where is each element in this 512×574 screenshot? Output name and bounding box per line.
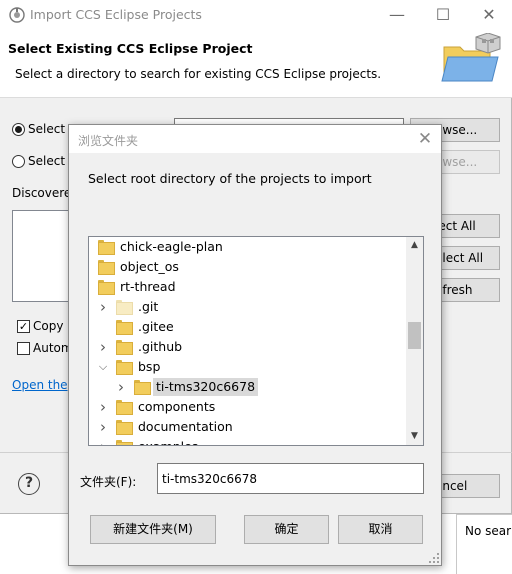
copy-projects-checkbox[interactable]: ✓: [17, 320, 30, 333]
dialog-cancel-button[interactable]: 取消: [338, 515, 423, 544]
tree-item-label: .gitee: [138, 319, 174, 334]
scroll-thumb[interactable]: [408, 322, 421, 349]
tree-row-components[interactable]: › components: [89, 397, 407, 417]
folder-field-label: 文件夹(F):: [80, 475, 137, 489]
tree-row-bsp[interactable]: ⌵ bsp: [89, 357, 407, 377]
dialog-instruction: Select root directory of the projects to…: [88, 171, 372, 186]
folder-icon: [116, 340, 133, 355]
no-search-text: No sear: [465, 524, 512, 538]
tree-row-rt-thread[interactable]: ⌵ rt-thread: [89, 277, 407, 297]
close-button[interactable]: ✕: [466, 0, 512, 30]
chevron-down-icon[interactable]: ⌵: [96, 359, 110, 375]
folder-icon: [116, 300, 133, 315]
tree-row-documentation[interactable]: › documentation: [89, 417, 407, 437]
folder-icon: [98, 240, 115, 255]
chevron-right-icon[interactable]: ›: [89, 259, 92, 275]
chevron-right-icon[interactable]: ›: [96, 419, 110, 435]
tree-item-label: chick-eagle-plan: [120, 239, 223, 254]
tree-row-gitee[interactable]: .gitee: [89, 317, 407, 337]
dialog-close-button[interactable]: ✕: [415, 129, 435, 149]
tree-item-label: examples: [135, 438, 201, 445]
tree-item-label: documentation: [138, 419, 233, 434]
wizard-page-title: Select Existing CCS Eclipse Project: [8, 41, 253, 56]
chevron-down-icon[interactable]: ⌵: [89, 279, 92, 295]
folder-icon: [116, 440, 133, 445]
dialog-titlebar: 浏览文件夹 ✕: [69, 125, 441, 153]
discovered-projects-label: Discovere: [12, 186, 72, 200]
import-folder-banner-icon: [441, 33, 501, 82]
scroll-down-arrow[interactable]: ▼: [406, 428, 423, 445]
chevron-right-icon[interactable]: ›: [96, 339, 110, 355]
tree-item-label: object_os: [120, 259, 179, 274]
folder-input[interactable]: [157, 463, 424, 494]
tree-row-git[interactable]: › .git: [89, 297, 407, 317]
resize-grip-icon[interactable]: [429, 553, 439, 563]
folder-tree[interactable]: › chick-eagle-plan › object_os ⌵ rt-thread › .g…: [88, 236, 424, 446]
select-archive-radio[interactable]: [12, 155, 25, 168]
tree-row-ti-tms320c6678[interactable]: › ti-tms320c6678: [89, 377, 407, 397]
wizard-header: Select Existing CCS Eclipse Project Sele…: [0, 30, 512, 98]
folder-icon: [116, 320, 133, 335]
folder-icon: [116, 400, 133, 415]
chevron-right-icon[interactable]: ›: [114, 379, 128, 395]
help-icon[interactable]: ?: [18, 473, 40, 495]
wizard-page-description: Select a directory to search for existin…: [15, 67, 382, 81]
auto-import-checkbox[interactable]: [17, 342, 30, 355]
chevron-right-icon[interactable]: ›: [89, 239, 92, 255]
auto-import-label: Autom: [33, 341, 73, 355]
tree-item-label: .git: [138, 299, 159, 314]
folder-icon: [98, 280, 115, 295]
tree-row-object-os[interactable]: › object_os: [89, 257, 407, 277]
chevron-right-icon[interactable]: ›: [96, 399, 110, 415]
chevron-right-icon[interactable]: ›: [96, 299, 110, 315]
tree-item-label: components: [138, 399, 216, 414]
tree-item-label: bsp: [138, 359, 161, 374]
eclipse-app-icon: [9, 7, 25, 23]
dialog-title: 浏览文件夹: [78, 134, 139, 148]
open-preferences-link[interactable]: Open the: [12, 378, 68, 392]
tree-item-label: .github: [138, 339, 183, 354]
search-results-panel: No sear: [456, 514, 512, 574]
discovered-projects-list[interactable]: [12, 210, 72, 302]
scroll-up-arrow[interactable]: ▲: [406, 237, 423, 254]
folder-icon: [98, 260, 115, 275]
chevron-right-icon[interactable]: ›: [96, 439, 110, 445]
tree-row-examples[interactable]: › examples: [89, 437, 407, 445]
new-folder-button[interactable]: 新建文件夹(M): [90, 515, 216, 544]
window-title: Import CCS Eclipse Projects: [30, 7, 202, 22]
folder-icon: [116, 420, 133, 435]
tree-row-chick-eagle-plan[interactable]: › chick-eagle-plan: [89, 237, 407, 257]
main-titlebar: Import CCS Eclipse Projects — ☐ ✕: [0, 0, 512, 30]
tree-item-label: ti-tms320c6678: [153, 378, 259, 396]
select-root-radio[interactable]: [12, 123, 25, 136]
screen: Import CCS Eclipse Projects — ☐ ✕ Select…: [0, 0, 512, 574]
tree-item-label: rt-thread: [120, 279, 176, 294]
ok-button[interactable]: 确定: [244, 515, 329, 544]
folder-icon: [134, 380, 151, 395]
folder-icon: [116, 360, 133, 375]
minimize-button[interactable]: —: [374, 0, 420, 30]
tree-scrollbar[interactable]: ▲ ▼: [406, 237, 423, 445]
browse-folder-dialog: 浏览文件夹 ✕ Select root directory of the pro…: [68, 124, 442, 566]
maximize-button[interactable]: ☐: [420, 0, 466, 30]
tree-row-github[interactable]: › .github: [89, 337, 407, 357]
